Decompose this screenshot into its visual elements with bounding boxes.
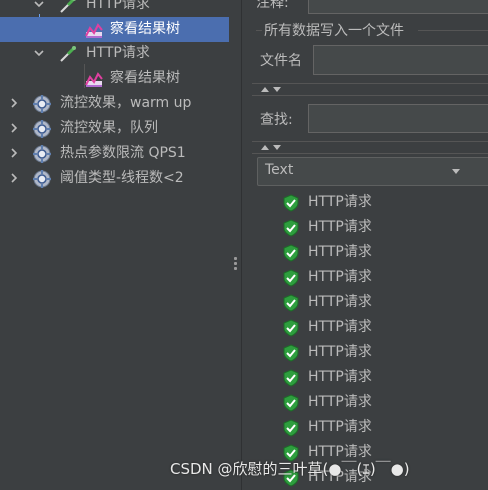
result-item-label: HTTP请求 bbox=[308, 244, 372, 260]
success-shield-icon bbox=[282, 344, 300, 362]
success-shield-icon bbox=[282, 419, 300, 437]
chevron-down-icon bbox=[452, 169, 460, 174]
tree-item-label: HTTP请求 bbox=[86, 45, 150, 61]
thread-group-gear-icon bbox=[32, 144, 52, 164]
tree-item[interactable]: 流控效果，队列 bbox=[0, 116, 229, 141]
tree-item[interactable]: 察看结果树 bbox=[0, 17, 229, 42]
chevron-right-icon[interactable] bbox=[8, 97, 20, 109]
result-item-label: HTTP请求 bbox=[308, 194, 372, 210]
result-item-label: HTTP请求 bbox=[308, 269, 372, 285]
thread-group-gear-icon bbox=[32, 94, 52, 114]
splitter-grip-dot bbox=[234, 267, 237, 270]
tree-item-label: 流控效果，warm up bbox=[60, 95, 192, 111]
split-pane-arrows-icon[interactable] bbox=[261, 85, 291, 95]
chevron-down-icon[interactable] bbox=[33, 47, 45, 59]
search-input[interactable] bbox=[308, 104, 488, 133]
group-border bbox=[256, 30, 262, 31]
group-border bbox=[418, 30, 488, 31]
chevron-down-icon[interactable] bbox=[33, 0, 45, 10]
result-item-label: HTTP请求 bbox=[308, 219, 372, 235]
search-label: 查找: bbox=[260, 112, 293, 128]
view-results-tree-panel: 注释: 所有数据写入一个文件 文件名 查找: Text HTTP请求 HTTP请求… bbox=[242, 0, 488, 490]
dropper-icon bbox=[58, 0, 78, 15]
panel-divider bbox=[252, 141, 488, 142]
comment-field[interactable] bbox=[308, 0, 488, 14]
tree-item-label: 阈值类型-线程数<2 bbox=[60, 170, 184, 186]
result-item-label: HTTP请求 bbox=[308, 319, 372, 335]
thread-group-gear-icon bbox=[32, 169, 52, 189]
tree-item-label: 热点参数限流 QPS1 bbox=[60, 145, 186, 161]
watermark: CSDN @欣慰的三叶草(●￣(ｴ)￣●) bbox=[170, 460, 410, 478]
tree-item[interactable]: 流控效果，warm up bbox=[0, 91, 229, 116]
chevron-right-icon[interactable] bbox=[8, 147, 20, 159]
splitter-grip-dot bbox=[234, 257, 237, 260]
splitter-grip-dot bbox=[234, 262, 237, 265]
dropper-icon bbox=[58, 44, 78, 64]
write-all-to-file-label: 所有数据写入一个文件 bbox=[264, 23, 404, 39]
tree-item-label: 察看结果树 bbox=[110, 21, 180, 37]
tree-item-label: 察看结果树 bbox=[110, 70, 180, 86]
tree-item[interactable]: 热点参数限流 QPS1 bbox=[0, 141, 229, 166]
thread-group-gear-icon bbox=[32, 119, 52, 139]
chevron-right-icon[interactable] bbox=[8, 172, 20, 184]
tree-item[interactable]: HTTP请求 bbox=[0, 0, 229, 17]
success-shield-icon bbox=[282, 394, 300, 412]
view-results-tree-icon bbox=[84, 20, 104, 40]
filename-input[interactable] bbox=[313, 45, 488, 75]
chevron-right-icon[interactable] bbox=[8, 122, 20, 134]
result-item-label: HTTP请求 bbox=[308, 294, 372, 310]
success-shield-icon bbox=[282, 244, 300, 262]
success-shield-icon bbox=[282, 319, 300, 337]
success-shield-icon bbox=[282, 294, 300, 312]
panel-splitter[interactable] bbox=[229, 0, 242, 490]
result-item-label: HTTP请求 bbox=[308, 394, 372, 410]
panel-divider bbox=[252, 153, 488, 154]
result-item-label: HTTP请求 bbox=[308, 344, 372, 360]
result-item-label: HTTP请求 bbox=[308, 419, 372, 435]
split-pane-arrows-icon[interactable] bbox=[261, 143, 291, 153]
panel-divider bbox=[252, 83, 488, 84]
tree-item[interactable]: HTTP请求 bbox=[0, 41, 229, 66]
filename-label: 文件名 bbox=[260, 53, 302, 69]
success-shield-icon bbox=[282, 269, 300, 287]
result-item-label: HTTP请求 bbox=[308, 369, 372, 385]
tree-item-label: 流控效果，队列 bbox=[60, 120, 158, 136]
panel-divider bbox=[252, 95, 488, 96]
tree-item[interactable]: 阈值类型-线程数<2 bbox=[0, 166, 229, 191]
renderer-select-value: Text bbox=[265, 162, 294, 178]
success-shield-icon bbox=[282, 219, 300, 237]
renderer-select[interactable]: Text bbox=[257, 157, 488, 186]
success-shield-icon bbox=[282, 369, 300, 387]
tree-item-label: HTTP请求 bbox=[86, 0, 150, 12]
tree-item[interactable]: 察看结果树 bbox=[0, 66, 229, 91]
success-shield-icon bbox=[282, 194, 300, 212]
comment-label: 注释: bbox=[256, 0, 289, 11]
view-results-tree-icon bbox=[84, 69, 104, 89]
test-plan-tree: HTTP请求 察看结果树 HTTP请求 察看结果树 流控效果，warm up 流控效果，队… bbox=[0, 0, 229, 490]
